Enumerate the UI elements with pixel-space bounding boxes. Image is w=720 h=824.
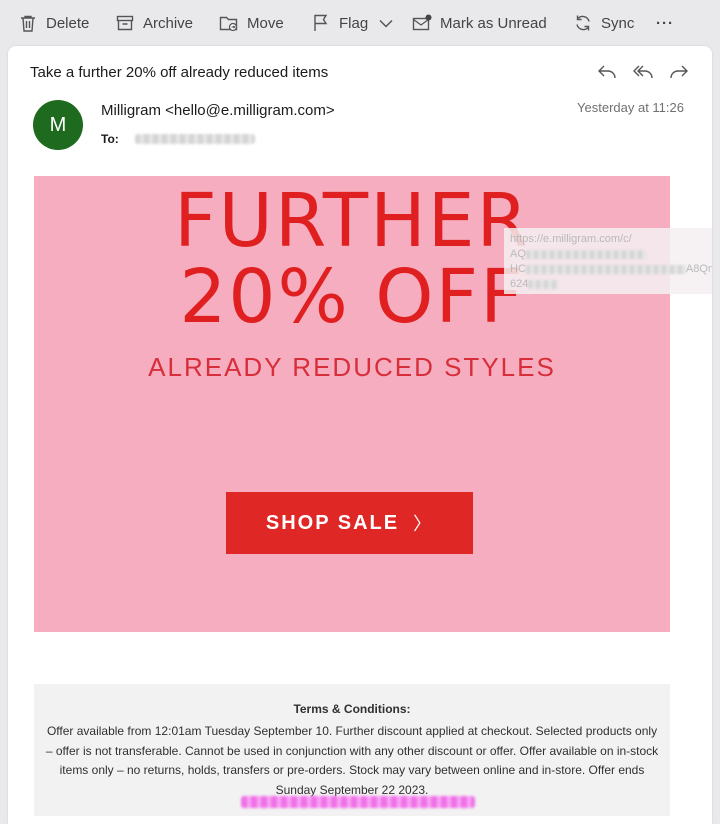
sender-address[interactable]: Milligram <hello@e.milligram.com> bbox=[101, 102, 335, 119]
link-preview-line-2: AQ bbox=[510, 247, 712, 262]
link-preview-line-3: HC A8Qn bbox=[510, 263, 712, 275]
chevron-down-icon bbox=[376, 13, 396, 33]
terms-body: Offer available from 12:01am Tuesday Sep… bbox=[45, 724, 659, 797]
flag-label: Flag bbox=[339, 14, 369, 32]
chevron-right-icon: 〉 bbox=[413, 514, 434, 534]
subheadline: ALREADY REDUCED STYLES bbox=[148, 352, 556, 382]
toolbar: Delete Archive Move Flag Mark as Unread … bbox=[0, 0, 720, 46]
link-preview-line-4: 624 bbox=[510, 277, 712, 292]
delete-button[interactable]: Delete bbox=[18, 10, 89, 36]
forward-icon[interactable] bbox=[668, 62, 690, 82]
sync-button[interactable]: Sync bbox=[573, 10, 634, 36]
trash-icon bbox=[18, 13, 38, 33]
sender-avatar: M bbox=[33, 100, 83, 150]
reply-all-icon[interactable] bbox=[632, 62, 654, 82]
sync-icon bbox=[573, 13, 593, 33]
reply-icon[interactable] bbox=[596, 62, 618, 82]
message-card: Take a further 20% off already reduced i… bbox=[8, 46, 712, 824]
reply-actions bbox=[596, 62, 690, 82]
archive-box-icon bbox=[115, 13, 135, 33]
mark-as-unread-label: Mark as Unread bbox=[440, 14, 547, 32]
archive-button[interactable]: Archive bbox=[115, 10, 193, 36]
sync-label: Sync bbox=[601, 14, 635, 32]
redacted-link bbox=[241, 796, 475, 808]
unread-mail-icon bbox=[412, 13, 432, 33]
flag-dropdown-button[interactable] bbox=[376, 10, 396, 36]
move-button[interactable]: Move bbox=[219, 10, 284, 36]
more-options-button[interactable]: ··· bbox=[656, 10, 674, 36]
message-timestamp: Yesterday at 11:26 bbox=[577, 100, 684, 115]
terms-title: Terms & Conditions: bbox=[293, 702, 411, 716]
to-label: To: bbox=[101, 132, 119, 146]
flag-button[interactable]: Flag bbox=[311, 10, 368, 36]
link-preview-line-1: https://e.milligram.com/c/ bbox=[510, 233, 632, 245]
folder-move-icon bbox=[219, 13, 239, 33]
archive-label: Archive bbox=[143, 14, 194, 32]
terms-box: Terms & Conditions: Offer available from… bbox=[34, 684, 670, 816]
message-subject: Take a further 20% off already reduced i… bbox=[30, 64, 329, 81]
recipient-redacted bbox=[135, 134, 255, 144]
flag-icon bbox=[311, 13, 331, 33]
shop-sale-button[interactable]: SHOP SALE 〉 bbox=[226, 492, 473, 554]
shop-sale-label: SHOP SALE bbox=[265, 511, 400, 534]
move-label: Move bbox=[247, 14, 284, 32]
link-preview-tooltip: https://e.milligram.com/c/ AQ HC A8Qn 624 bbox=[504, 228, 712, 294]
more-icon: ··· bbox=[656, 14, 674, 32]
mark-as-unread-button[interactable]: Mark as Unread bbox=[412, 10, 547, 36]
delete-label: Delete bbox=[46, 14, 90, 32]
